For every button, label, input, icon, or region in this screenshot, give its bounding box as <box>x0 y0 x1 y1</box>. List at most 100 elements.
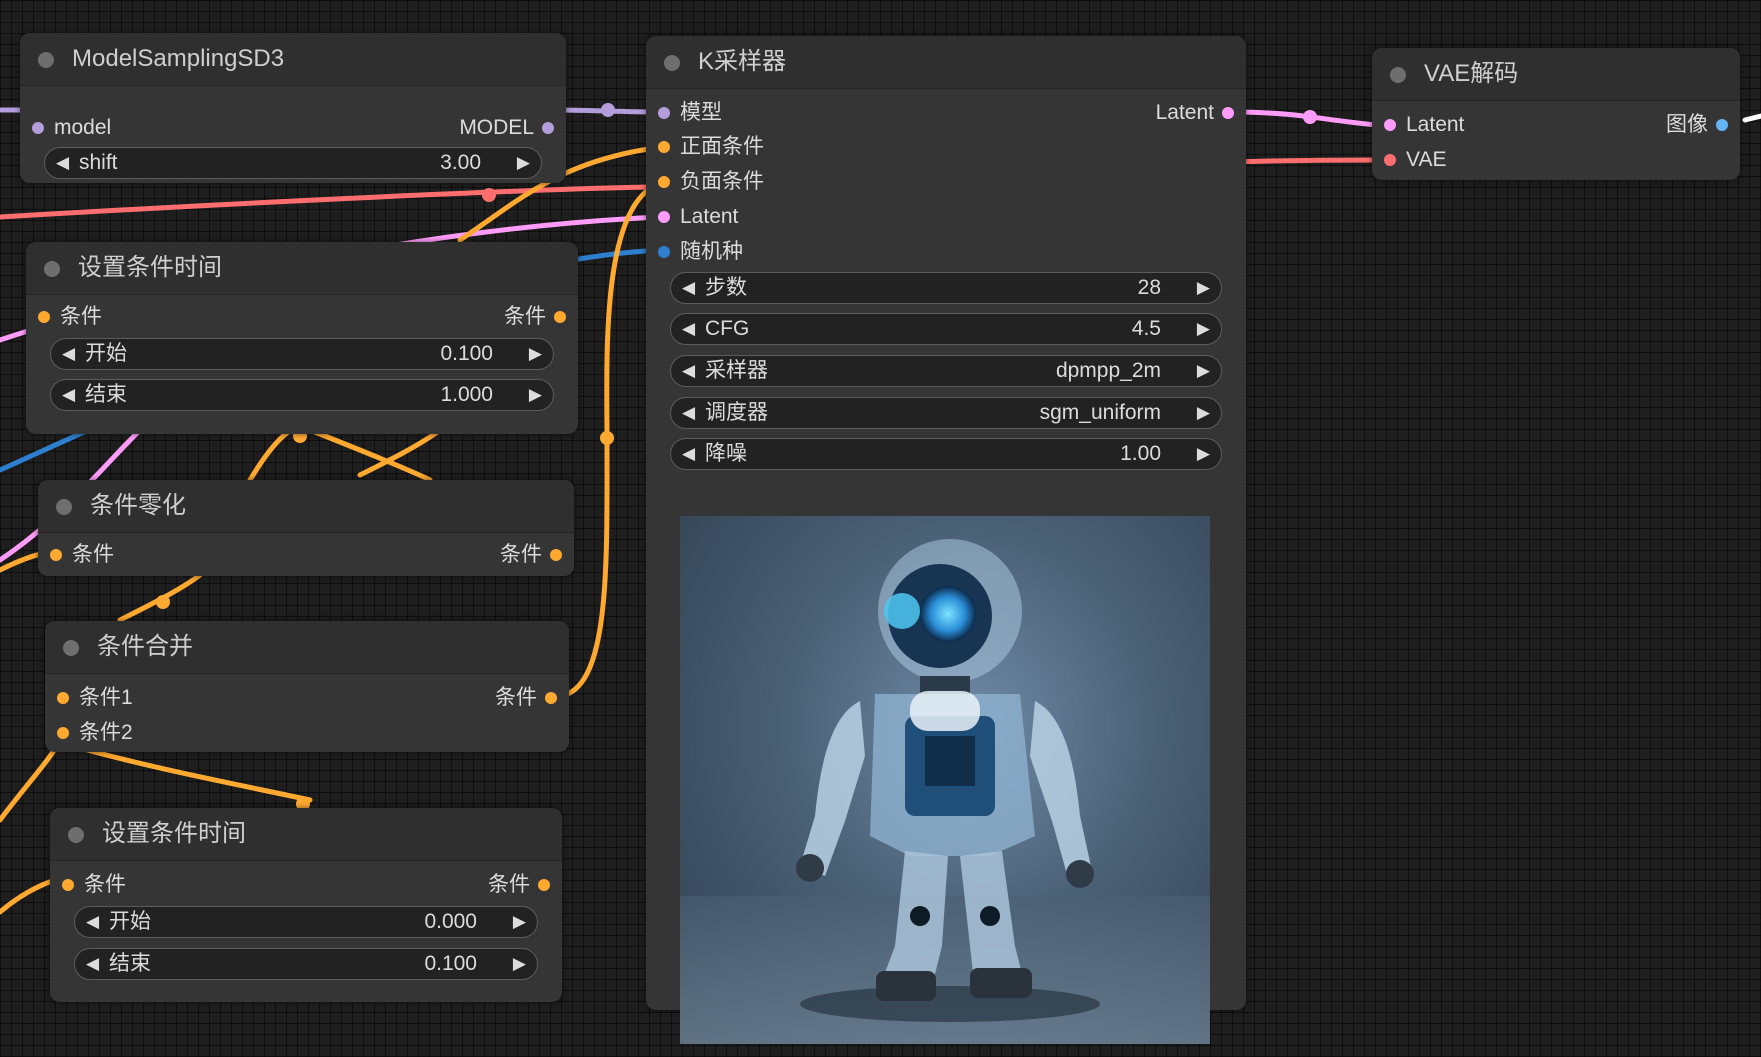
decrement-icon[interactable]: ◀ <box>682 356 695 386</box>
node-title-bar[interactable]: 条件零化 <box>38 480 574 533</box>
widget-value: 28 <box>1137 276 1161 299</box>
wire-image-out <box>1742 113 1761 123</box>
widget-sampler[interactable]: ◀ 采样器 dpmpp_2m ▶ <box>670 355 1222 387</box>
decrement-icon[interactable]: ◀ <box>682 439 695 469</box>
input-slot-positive[interactable] <box>658 141 670 153</box>
decrement-icon[interactable]: ◀ <box>682 273 695 303</box>
decrement-icon[interactable]: ◀ <box>86 949 99 979</box>
wire-vae-right <box>1227 157 1380 165</box>
widget-start[interactable]: ◀ 开始 0.000 ▶ <box>74 906 538 938</box>
collapse-dot-icon[interactable] <box>38 52 54 68</box>
collapse-dot-icon[interactable] <box>1390 67 1406 83</box>
input-label-conditioning: 条件 <box>84 873 126 896</box>
decrement-icon[interactable]: ◀ <box>86 907 99 937</box>
increment-icon[interactable]: ▶ <box>513 949 526 979</box>
widget-value: 3.00 <box>440 151 481 174</box>
slot-row-latent: Latent <box>646 202 1246 232</box>
collapse-dot-icon[interactable] <box>664 55 680 71</box>
wire-latent-midpoint <box>1303 110 1317 124</box>
node-conditioning-timestep-1[interactable]: 设置条件时间 条件 条件 ◀ 开始 0.100 ▶ ◀ 结束 1.000 ▶ <box>26 242 578 434</box>
output-slot-conditioning[interactable] <box>545 692 557 704</box>
increment-icon[interactable]: ▶ <box>1197 273 1210 303</box>
decrement-icon[interactable]: ◀ <box>682 398 695 428</box>
increment-icon[interactable]: ▶ <box>1197 356 1210 386</box>
slot-row-conditioning: 条件 条件 <box>38 540 574 570</box>
node-title-bar[interactable]: ModelSamplingSD3 <box>20 33 566 86</box>
decrement-icon[interactable]: ◀ <box>56 148 69 178</box>
output-slot-conditioning[interactable] <box>554 311 566 323</box>
input-slot-conditioning[interactable] <box>62 879 74 891</box>
decrement-icon[interactable]: ◀ <box>682 314 695 344</box>
widget-value: sgm_uniform <box>1039 401 1161 424</box>
preview-image[interactable] <box>680 516 1210 1044</box>
increment-icon[interactable]: ▶ <box>529 380 542 410</box>
increment-icon[interactable]: ▶ <box>513 907 526 937</box>
widget-value: 0.000 <box>424 910 477 933</box>
output-slot-model[interactable] <box>542 122 554 134</box>
increment-icon[interactable]: ▶ <box>517 148 530 178</box>
widget-end[interactable]: ◀ 结束 1.000 ▶ <box>50 379 554 411</box>
input-slot-model[interactable] <box>658 107 670 119</box>
decrement-icon[interactable]: ◀ <box>62 339 75 369</box>
output-label-conditioning: 条件 <box>488 873 530 896</box>
widget-name: 结束 <box>109 952 151 975</box>
output-slot-conditioning[interactable] <box>538 879 550 891</box>
output-label-model: MODEL <box>459 116 534 139</box>
collapse-dot-icon[interactable] <box>63 640 79 656</box>
widget-name: 降噪 <box>705 442 747 465</box>
wire-model-midpoint <box>601 103 615 117</box>
input-slot-conditioning[interactable] <box>50 549 62 561</box>
node-model-sampling-sd3[interactable]: ModelSamplingSD3 model MODEL ◀ shift 3.0… <box>20 33 566 183</box>
node-ksampler[interactable]: K采样器 模型 Latent 正面条件 负面条件 Latent 随机种 ◀ 步数… <box>646 36 1246 1044</box>
node-title-bar[interactable]: K采样器 <box>646 36 1246 89</box>
input-slot-vae[interactable] <box>1384 154 1396 166</box>
widget-cfg[interactable]: ◀ CFG 4.5 ▶ <box>670 313 1222 345</box>
widget-name: 开始 <box>109 910 151 933</box>
node-vae-decode[interactable]: VAE解码 Latent 图像 VAE <box>1372 48 1740 180</box>
input-label-conditioning: 条件 <box>60 305 102 328</box>
node-title: K采样器 <box>698 48 787 75</box>
widget-steps[interactable]: ◀ 步数 28 ▶ <box>670 272 1222 304</box>
node-title-bar[interactable]: 设置条件时间 <box>26 242 578 295</box>
widget-start[interactable]: ◀ 开始 0.100 ▶ <box>50 338 554 370</box>
decrement-icon[interactable]: ◀ <box>62 380 75 410</box>
input-slot-negative[interactable] <box>658 176 670 188</box>
increment-icon[interactable]: ▶ <box>529 339 542 369</box>
node-title-bar[interactable]: VAE解码 <box>1372 48 1740 101</box>
collapse-dot-icon[interactable] <box>44 261 60 277</box>
slot-row-conditioning-2: 条件2 <box>45 718 569 748</box>
widget-scheduler[interactable]: ◀ 调度器 sgm_uniform ▶ <box>670 397 1222 429</box>
output-slot-conditioning[interactable] <box>550 549 562 561</box>
widget-name: CFG <box>705 317 750 340</box>
node-title: 条件合并 <box>97 633 193 660</box>
node-conditioning-combine[interactable]: 条件合并 条件1 条件 条件2 <box>45 621 569 752</box>
collapse-dot-icon[interactable] <box>56 499 72 515</box>
input-slot-model[interactable] <box>32 122 44 134</box>
wire-cond-midpoint-a <box>600 431 614 445</box>
input-slot-latent[interactable] <box>658 211 670 223</box>
input-slot-conditioning-2[interactable] <box>57 727 69 739</box>
output-slot-latent[interactable] <box>1222 107 1234 119</box>
node-title-bar[interactable]: 设置条件时间 <box>50 808 562 861</box>
node-conditioning-zero-out[interactable]: 条件零化 条件 条件 <box>38 480 574 576</box>
widget-end[interactable]: ◀ 结束 0.100 ▶ <box>74 948 538 980</box>
node-title: 设置条件时间 <box>78 254 222 281</box>
input-slot-conditioning-1[interactable] <box>57 692 69 704</box>
slot-row-seed: 随机种 <box>646 237 1246 267</box>
collapse-dot-icon[interactable] <box>68 827 84 843</box>
increment-icon[interactable]: ▶ <box>1197 398 1210 428</box>
input-slot-latent[interactable] <box>1384 119 1396 131</box>
input-slot-conditioning[interactable] <box>38 311 50 323</box>
node-title-bar[interactable]: 条件合并 <box>45 621 569 674</box>
node-conditioning-timestep-2[interactable]: 设置条件时间 条件 条件 ◀ 开始 0.000 ▶ ◀ 结束 0.100 ▶ <box>50 808 562 1002</box>
widget-shift[interactable]: ◀ shift 3.00 ▶ <box>44 147 542 179</box>
output-slot-image[interactable] <box>1716 119 1728 131</box>
node-title: 设置条件时间 <box>102 820 246 847</box>
increment-icon[interactable]: ▶ <box>1197 314 1210 344</box>
widget-denoise[interactable]: ◀ 降噪 1.00 ▶ <box>670 438 1222 470</box>
input-label-positive: 正面条件 <box>680 135 764 158</box>
increment-icon[interactable]: ▶ <box>1197 439 1210 469</box>
input-slot-seed[interactable] <box>658 246 670 258</box>
input-label-conditioning-1: 条件1 <box>79 686 133 709</box>
slot-row-conditioning-1: 条件1 条件 <box>45 683 569 713</box>
